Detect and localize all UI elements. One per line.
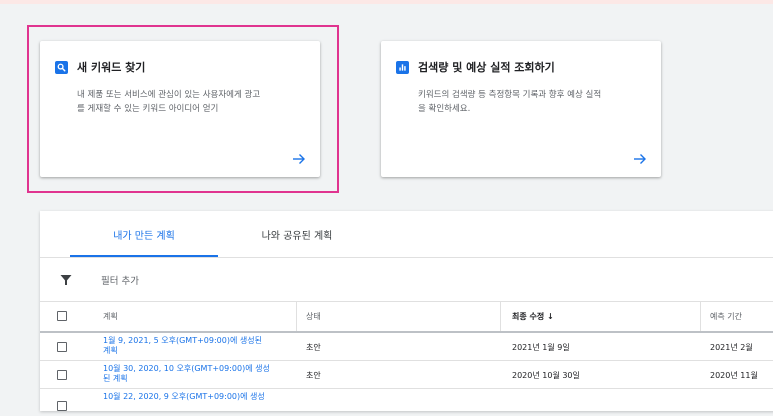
column-divider [296,302,297,331]
forecast-period-cell: 2021년 2월 [710,343,753,352]
forecast-period-cell: 2020년 11월 [710,371,758,380]
column-header-status[interactable]: 상태 [306,311,321,322]
row-checkbox[interactable] [57,342,67,352]
table-row[interactable]: 10월 22, 2020, 9 오후(GMT+09:00)에 생성 [40,389,773,416]
row-checkbox[interactable] [57,370,67,380]
forecast-card[interactable]: 검색량 및 예상 실적 조회하기 키워드의 검색량 등 측정항목 기록과 향후 … [381,41,661,177]
table-header: 계획 상태 최종 수정 ↓ 예측 기간 [40,302,773,331]
description-line: 를 게재할 수 있는 키워드 아이디어 얻기 [77,104,219,114]
plan-name-link[interactable]: 10월 30, 2020, 10 오후(GMT+09:00)에 생성 된 계획 [103,364,283,384]
tab-my-plans[interactable]: 내가 만든 계획 [70,211,218,258]
add-filter-button[interactable]: 필터 추가 [101,273,139,287]
bar-chart-icon [396,60,409,74]
description-line: 을 확인하세요. [418,104,471,114]
filter-icon[interactable] [60,274,72,286]
find-keywords-card[interactable]: 새 키워드 찾기 내 제품 또는 서비스에 관심이 있는 사용자에게 광고 를 … [40,41,320,177]
last-modified-cell: 2020년 10월 30일 [512,371,580,380]
plan-name-line: 10월 22, 2020, 9 오후(GMT+09:00)에 생성 [103,392,265,401]
plan-name-line: 계획 [103,346,118,355]
column-header-last-modified[interactable]: 최종 수정 ↓ [512,311,554,322]
card-title: 새 키워드 찾기 [77,61,146,74]
plan-name-line: 1월 9, 2021, 5 오후(GMT+09:00)에 생성된 [103,336,262,345]
plan-name-line: 10월 30, 2020, 10 오후(GMT+09:00)에 생성 [103,364,270,373]
column-header-plan[interactable]: 계획 [103,311,118,322]
select-all-checkbox[interactable] [57,311,67,321]
top-banner-strip [0,0,773,4]
plan-name-line: 된 계획 [103,374,128,383]
description-line: 키워드의 검색량 등 측정항목 기록과 향후 예상 실적 [418,90,602,100]
card-description: 내 제품 또는 서비스에 관심이 있는 사용자에게 광고 를 게재할 수 있는 … [77,88,260,116]
plan-name-link[interactable]: 10월 22, 2020, 9 오후(GMT+09:00)에 생성 [103,392,283,402]
card-header: 새 키워드 찾기 [55,59,145,75]
plans-panel: 내가 만든 계획 나와 공유된 계획 필터 추가 계획 상태 최종 수정 ↓ 예… [40,211,773,411]
arrow-right-icon[interactable] [633,153,647,165]
tab-shared-plans[interactable]: 나와 공유된 계획 [232,211,362,258]
plan-name-link[interactable]: 1월 9, 2021, 5 오후(GMT+09:00)에 생성된 계획 [103,336,283,356]
card-header: 검색량 및 예상 실적 조회하기 [396,59,555,75]
arrow-right-icon[interactable] [292,153,306,165]
status-cell: 초안 [306,343,321,352]
column-divider [700,302,701,331]
table-row[interactable]: 10월 30, 2020, 10 오후(GMT+09:00)에 생성 된 계획 … [40,361,773,388]
column-divider [500,302,501,331]
description-line: 내 제품 또는 서비스에 관심이 있는 사용자에게 광고 [77,90,261,100]
table-row[interactable]: 1월 9, 2021, 5 오후(GMT+09:00)에 생성된 계획 초안 2… [40,333,773,360]
card-description: 키워드의 검색량 등 측정항목 기록과 향후 예상 실적 을 확인하세요. [418,88,601,116]
row-checkbox[interactable] [57,401,67,411]
search-icon [55,60,68,74]
status-cell: 초안 [306,371,321,380]
last-modified-cell: 2021년 1월 9일 [512,343,570,352]
filter-bar: 필터 추가 [40,258,773,302]
card-title: 검색량 및 예상 실적 조회하기 [418,61,555,74]
column-header-forecast-period[interactable]: 예측 기간 [710,311,742,322]
